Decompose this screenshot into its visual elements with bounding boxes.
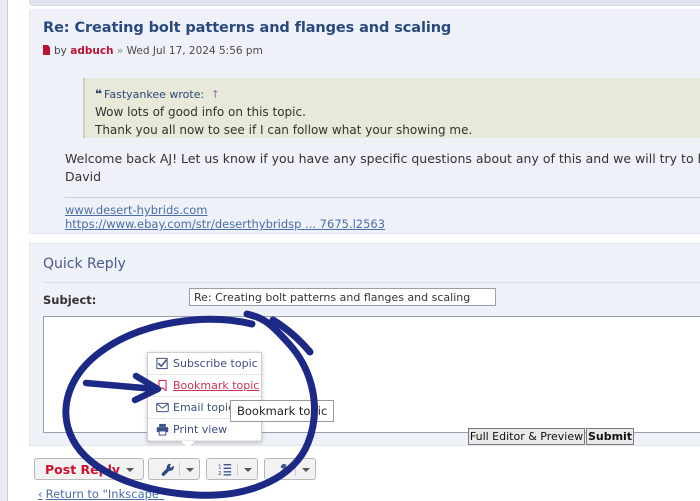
menu-item-subscribe-topic-label: Subscribe topic — [173, 357, 258, 370]
menu-item-print-view[interactable]: Print view — [148, 419, 261, 441]
topic-tools-dropdown-menu: Subscribe topic Bookmark topic Email top… — [147, 352, 262, 448]
quote-header: ❝ Fastyankee wrote: ↑ — [95, 87, 220, 101]
menu-item-print-view-label: Print view — [173, 423, 228, 436]
post-reply-label: Post Reply — [45, 462, 120, 477]
return-to-forum-link[interactable]: ‹ Return to "Inkscape" — [38, 487, 164, 501]
sort-ascending-icon: 1 2 — [218, 464, 232, 477]
quote-author: Fastyankee — [104, 88, 166, 101]
menu-item-email-topic-label: Email topic — [173, 401, 235, 414]
wrench-icon — [161, 463, 174, 476]
post-body-line-1: Welcome back AJ! Let us know if you have… — [65, 151, 700, 166]
post-by-label: by — [54, 45, 67, 57]
full-editor-preview-button[interactable]: Full Editor & Preview — [468, 428, 585, 445]
printer-icon — [156, 423, 169, 436]
moderation-button-divider — [295, 463, 296, 476]
bookmark-topic-tooltip: Bookmark topic — [230, 400, 335, 422]
tools-button-divider — [179, 463, 180, 476]
moderation-tools-button[interactable] — [264, 458, 316, 480]
checkbox-checked-icon — [156, 357, 168, 370]
quote-marks-icon: ❝ — [95, 87, 102, 101]
page-left-gutter — [0, 0, 7, 501]
post-title: Re: Creating bolt patterns and flanges a… — [43, 20, 452, 36]
moderation-chevron-down-icon — [302, 468, 310, 472]
hammer-icon — [278, 463, 288, 476]
quick-reply-divider — [43, 282, 700, 283]
byline-separator: » — [116, 45, 124, 57]
quick-reply-heading: Quick Reply — [43, 256, 126, 272]
menu-item-subscribe-topic[interactable]: Subscribe topic — [148, 353, 261, 375]
topic-tools-button[interactable] — [148, 458, 200, 480]
post-timestamp: Wed Jul 17, 2024 5:56 pm — [126, 45, 263, 57]
post-body-line-2: David — [65, 169, 102, 184]
subject-input[interactable] — [189, 288, 496, 306]
post-author-link[interactable]: adbuch — [70, 45, 113, 57]
quote-line-2: Thank you all now to see if I can follow… — [95, 123, 473, 137]
sort-button-divider — [237, 463, 238, 476]
post-reply-button[interactable]: Post Reply — [34, 458, 144, 480]
quote-wrote-label: wrote: — [169, 88, 205, 101]
post-panel: Re: Creating bolt patterns and flanges a… — [29, 9, 700, 234]
return-link-label: Return to "Inkscape" — [45, 487, 165, 501]
display-options-button[interactable]: 1 2 — [206, 458, 258, 480]
menu-item-bookmark-topic[interactable]: Bookmark topic — [148, 375, 261, 397]
previous-post-panel-edge — [29, 0, 700, 6]
menu-item-bookmark-topic-label: Bookmark topic — [173, 379, 260, 392]
subject-label: Subject: — [43, 293, 97, 307]
post-byline: by adbuch » Wed Jul 17, 2024 5:56 pm — [43, 45, 263, 57]
sort-chevron-down-icon — [244, 468, 252, 472]
tools-chevron-down-icon — [186, 468, 194, 472]
submit-button[interactable]: Submit — [586, 428, 634, 445]
signature-link-ebay[interactable]: https://www.ebay.com/str/deserthybridsp … — [65, 217, 385, 231]
quote-line-1: Wow lots of good info on this topic. — [95, 105, 306, 119]
page-body: Re: Creating bolt patterns and flanges a… — [8, 0, 700, 501]
post-reply-chevron-down-icon — [126, 468, 134, 472]
signature-divider — [65, 197, 700, 198]
quote-jump-up-icon[interactable]: ↑ — [211, 88, 220, 101]
envelope-icon — [156, 402, 169, 413]
quick-reply-panel: Quick Reply Subject: — [29, 243, 700, 446]
post-document-icon — [43, 45, 50, 55]
svg-text:2: 2 — [218, 471, 222, 477]
bookmark-icon — [158, 379, 167, 392]
message-textarea[interactable] — [43, 316, 700, 433]
chevron-left-icon: ‹ — [38, 487, 43, 501]
quote-block: ❝ Fastyankee wrote: ↑ Wow lots of good in… — [83, 78, 700, 138]
signature-link-website[interactable]: www.desert-hybrids.com — [65, 203, 207, 217]
svg-text:1: 1 — [218, 465, 222, 471]
